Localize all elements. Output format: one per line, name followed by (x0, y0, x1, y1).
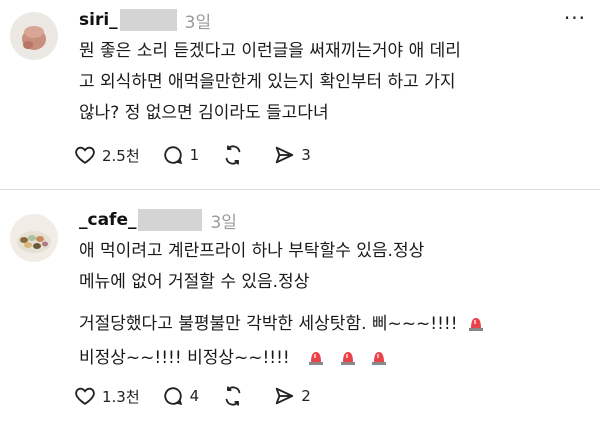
post-text-line: 고 외식하면 애먹을만한게 있는지 확인부터 하고 가지 (79, 72, 456, 92)
post-1: siri_ 3일 ··· 뭔 좋은 소리 듣겠다고 이런글을 써재끼는거야 애 … (0, 0, 600, 189)
comment-icon (163, 146, 182, 165)
share-button[interactable]: 2 (273, 385, 311, 407)
share-count: 3 (301, 146, 311, 164)
post-text-line: 메뉴에 없어 거절할 수 있음.정상 (79, 272, 310, 292)
post-2: _cafe_ 3일 애 먹이려고 계란프라이 하나 부탁할수 있음.정상 메뉴에… (0, 190, 600, 421)
heart-icon (75, 146, 95, 164)
post-text-span: 비정상~~!!!! 비정상~~!!!! (79, 348, 290, 368)
action-bar: 1.3천 4 2 (74, 381, 333, 411)
post-header: siri_ 3일 (79, 6, 211, 34)
post-text-line: 애 먹이려고 계란프라이 하나 부탁할수 있음.정상 (79, 241, 425, 261)
comment-count: 4 (189, 387, 200, 405)
more-options-icon[interactable]: ··· (564, 6, 586, 30)
siren-emoji (307, 346, 325, 377)
like-button[interactable]: 1.3천 (74, 385, 140, 407)
comment-icon (163, 387, 182, 406)
action-bar: 2.5천 1 3 (74, 140, 333, 170)
siren-emoji (339, 346, 357, 377)
siren-emoji (370, 346, 388, 377)
like-button[interactable]: 2.5천 (74, 144, 140, 166)
timestamp: 3일 (184, 12, 212, 33)
heart-icon (75, 387, 95, 405)
timestamp: 3일 (210, 212, 237, 233)
comment-button[interactable]: 1 (162, 144, 200, 166)
post-header: _cafe_ 3일 (79, 206, 237, 234)
siren-emoji (467, 312, 485, 343)
username[interactable]: siri_ (79, 10, 118, 30)
post-text-2: 거절당했다고 불평불만 각박한 세상탓함. 삐~~~!!!! 비정상~~!!!!… (79, 309, 485, 377)
post-text: 애 먹이려고 계란프라이 하나 부탁할수 있음.정상 메뉴에 없어 거절할 수 … (79, 236, 424, 298)
repost-icon (225, 386, 241, 406)
post-text-line: 않나? 정 없으면 김이라도 들고다녀 (79, 103, 329, 123)
username-redaction (138, 209, 203, 231)
username[interactable]: _cafe_ (79, 210, 136, 230)
like-count: 2.5천 (102, 146, 140, 165)
avatar[interactable] (10, 12, 58, 60)
repost-button[interactable] (221, 144, 251, 166)
share-count: 2 (301, 387, 311, 405)
send-icon (275, 387, 294, 405)
comment-count: 1 (189, 146, 200, 164)
repost-icon (225, 145, 241, 165)
post-text-span: 거절당했다고 불평불만 각박한 세상탓함. 삐~~~!!!! (79, 314, 458, 334)
share-button[interactable]: 3 (273, 144, 311, 166)
like-count: 1.3천 (102, 387, 140, 406)
post-text-line: 거절당했다고 불평불만 각박한 세상탓함. 삐~~~!!!! (79, 309, 485, 343)
post-text-line: 뭔 좋은 소리 듣겠다고 이런글을 써재끼는거야 애 데리 (79, 41, 461, 61)
avatar[interactable] (10, 214, 58, 262)
send-icon (275, 146, 294, 164)
post-text: 뭔 좋은 소리 듣겠다고 이런글을 써재끼는거야 애 데리 고 외식하면 애먹을… (79, 36, 461, 129)
username-redaction (119, 9, 177, 31)
post-text-line: 비정상~~!!!! 비정상~~!!!! (79, 343, 485, 377)
repost-button[interactable] (221, 385, 251, 407)
comment-button[interactable]: 4 (162, 385, 200, 407)
